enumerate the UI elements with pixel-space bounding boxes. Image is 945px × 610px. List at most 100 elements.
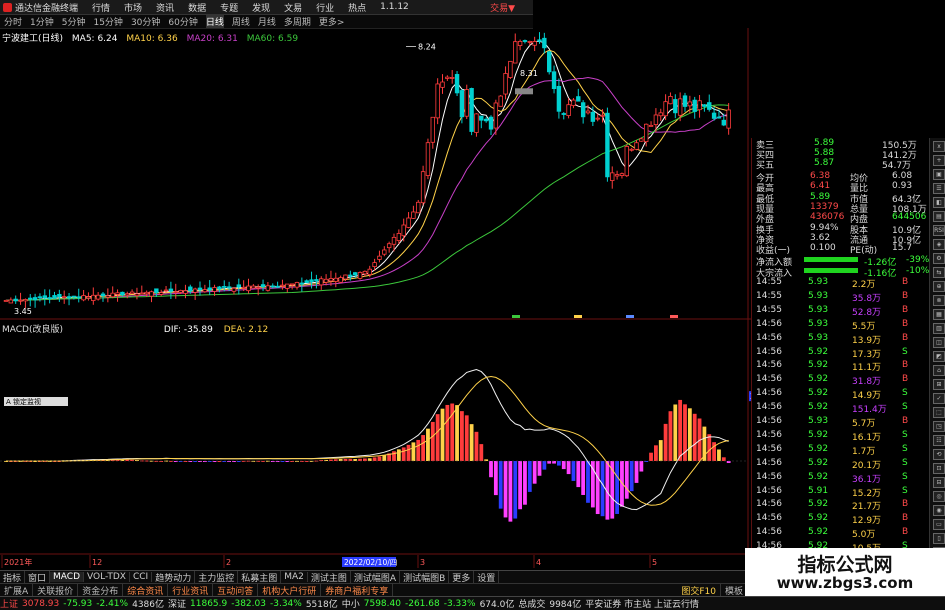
- side-tool-icon[interactable]: ▤: [933, 211, 945, 222]
- side-tool-icon[interactable]: ⌂: [933, 365, 945, 376]
- quote-value: 0.100: [810, 243, 836, 254]
- period-10[interactable]: 更多>: [319, 15, 345, 28]
- candle-body: [508, 60, 513, 78]
- side-tool-icon[interactable]: ▯: [933, 533, 945, 544]
- quote-value: 644506: [892, 212, 927, 223]
- side-tool-icon[interactable]: ⚙: [933, 253, 945, 264]
- side-tool-icon[interactable]: ⊡: [933, 463, 945, 474]
- indicator-tab-2[interactable]: MACD: [50, 572, 85, 582]
- side-tool-icon[interactable]: +: [933, 155, 945, 166]
- period-2[interactable]: 5分钟: [62, 15, 86, 28]
- sz-index-label[interactable]: 深证: [168, 597, 186, 610]
- zx-index-amount: 674.0亿: [479, 600, 515, 610]
- side-tool-icon[interactable]: ⊟: [933, 477, 945, 488]
- menu-hangye[interactable]: 行业: [316, 1, 334, 14]
- indicator-tab-8[interactable]: MA2: [281, 572, 308, 582]
- side-tool-icon[interactable]: ▣: [933, 169, 945, 180]
- side-tool-icon[interactable]: ✓: [933, 393, 945, 404]
- kline-chart[interactable]: 7.006.506.005.505.004.504.003.50500.0040…: [0, 28, 751, 569]
- template-tab[interactable]: 模板: [721, 584, 748, 596]
- period-5[interactable]: 60分钟: [168, 15, 197, 28]
- period-1[interactable]: 1分钟: [30, 15, 54, 28]
- menu-redian[interactable]: 热点: [348, 1, 366, 14]
- side-tool-icon[interactable]: x: [933, 141, 945, 152]
- indicator-tab-9[interactable]: 测试主图: [308, 571, 351, 583]
- sz-index-pct: -3.34%: [269, 598, 302, 609]
- tick-side: B: [902, 318, 909, 329]
- indicator-tab-11[interactable]: 测试幅图B: [400, 571, 450, 583]
- side-tool-icon[interactable]: ◩: [933, 351, 945, 362]
- menu-faxian[interactable]: 发现: [252, 1, 270, 14]
- indicator-tab-4[interactable]: CCI: [130, 572, 153, 582]
- candle-body: [81, 295, 86, 301]
- side-tool-icon[interactable]: ◳: [933, 421, 945, 432]
- zx-index-label[interactable]: 中小: [342, 597, 360, 610]
- menu-wenyi[interactable]: 文易: [284, 1, 302, 14]
- indicator-tab-0[interactable]: 指标: [0, 571, 26, 583]
- indicator-tab-13[interactable]: 设置: [474, 571, 500, 583]
- side-tool-icon[interactable]: ▦: [933, 309, 945, 320]
- period-0[interactable]: 分时: [4, 15, 22, 28]
- sh-index-label[interactable]: 上证: [0, 597, 18, 610]
- extension-tab-3[interactable]: 综合资讯: [123, 584, 169, 596]
- side-tool-icon[interactable]: ☷: [933, 435, 945, 446]
- indicator-tab-3[interactable]: VOL-TDX: [84, 572, 130, 582]
- side-tool-icon[interactable]: ◈: [933, 239, 945, 250]
- side-tool-icon[interactable]: ⬚: [933, 407, 945, 418]
- candle-body: [71, 295, 77, 298]
- menu-zixun[interactable]: 资讯: [156, 1, 174, 14]
- trade-menu[interactable]: 交易▼: [490, 1, 515, 14]
- extension-tab-1[interactable]: 关联报价: [33, 584, 79, 596]
- side-tool-icon[interactable]: ▥: [933, 323, 945, 334]
- candle-body: [416, 201, 421, 214]
- extension-tab-6[interactable]: 机构大户行研: [258, 584, 322, 596]
- extension-tab-0[interactable]: 扩展A: [0, 584, 34, 596]
- side-tool-icon[interactable]: ◎: [933, 491, 945, 502]
- side-tool-icon[interactable]: ◫: [933, 337, 945, 348]
- menu-shichang[interactable]: 市场: [124, 1, 142, 14]
- quote-buy5-volume: 54.7万: [882, 161, 912, 171]
- menu-zhuanti[interactable]: 专题: [220, 1, 238, 14]
- f10-tab[interactable]: 图交F10: [677, 584, 721, 596]
- tick-price: 5.93: [808, 416, 829, 426]
- side-tool-icon[interactable]: ⟲: [933, 449, 945, 460]
- indicator-tab-1[interactable]: 窗口: [25, 571, 51, 583]
- candle-body: [600, 114, 605, 117]
- side-tool-icon[interactable]: ▭: [933, 519, 945, 530]
- candle-body: [37, 296, 43, 299]
- period-4[interactable]: 30分钟: [131, 15, 160, 28]
- candle-body: [66, 296, 72, 299]
- indicator-tab-7[interactable]: 私募主图: [238, 571, 282, 583]
- candle-body: [561, 113, 566, 115]
- extension-tab-4[interactable]: 行业资讯: [168, 584, 214, 596]
- candle-body: [556, 85, 562, 112]
- extension-tab-2[interactable]: 资金分布: [78, 584, 124, 596]
- tick-price: 5.92: [808, 360, 829, 371]
- period-3[interactable]: 15分钟: [93, 15, 122, 28]
- side-tool-icon[interactable]: ⊞: [933, 379, 945, 390]
- indicator-tab-6[interactable]: 主力监控: [195, 571, 239, 583]
- period-9[interactable]: 多周期: [284, 15, 311, 28]
- period-6[interactable]: 日线: [205, 15, 224, 28]
- period-8[interactable]: 月线: [258, 15, 276, 28]
- menu-version[interactable]: 1.1.12: [380, 2, 409, 12]
- side-tool-icon[interactable]: RSI: [933, 225, 945, 236]
- side-tool-icon[interactable]: ◧: [933, 197, 945, 208]
- macd-bar: [445, 404, 450, 461]
- candle-body: [42, 295, 47, 299]
- indicator-tab-10[interactable]: 测试幅图A: [351, 571, 401, 583]
- indicator-tab-5[interactable]: 趋势动力: [152, 571, 196, 583]
- indicator-tab-12[interactable]: 更多: [449, 571, 475, 583]
- extension-tab-7[interactable]: 券商户福利专享: [321, 584, 394, 596]
- extension-tab-5[interactable]: 互动问答: [213, 584, 259, 596]
- menu-hangqing[interactable]: 行情: [92, 1, 110, 14]
- period-7[interactable]: 周线: [232, 15, 250, 28]
- side-tool-icon[interactable]: ☰: [933, 183, 945, 194]
- side-tool-icon[interactable]: ⊗: [933, 295, 945, 306]
- candle-body: [386, 243, 392, 249]
- candle-body: [62, 296, 67, 299]
- side-tool-icon[interactable]: ⇆: [933, 267, 945, 278]
- menu-shuju[interactable]: 数据: [188, 1, 206, 14]
- side-tool-icon[interactable]: ⊕: [933, 281, 945, 292]
- side-tool-icon[interactable]: ◉: [933, 505, 945, 516]
